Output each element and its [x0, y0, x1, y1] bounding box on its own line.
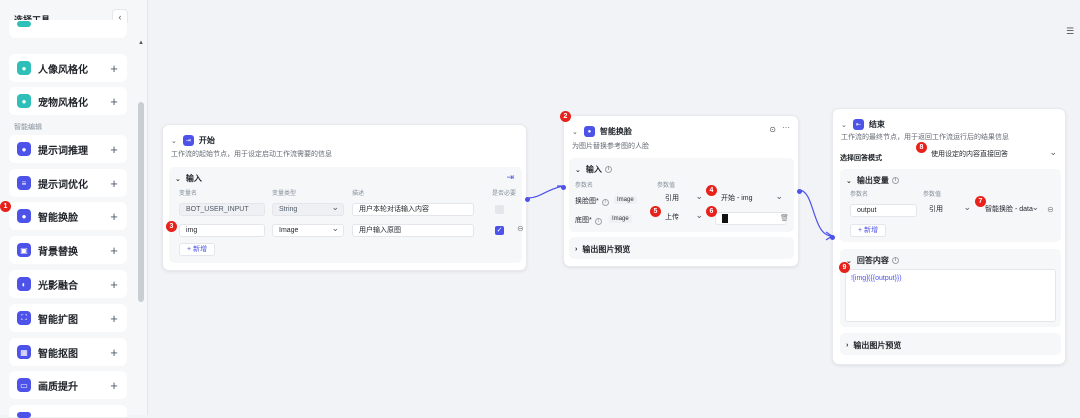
start-node[interactable]: ⌄ ⇥ 开始 工作流的起始节点，用于设定启动工作流需要的信息 ⌄ 输入 ⇥ 变量名…	[162, 124, 530, 271]
chevron-right-icon: ›	[846, 342, 849, 349]
edge-face-to-end	[798, 189, 833, 237]
preview-title[interactable]: › 输出图片预览	[575, 244, 630, 255]
info-icon: i	[604, 166, 612, 173]
node-title: 智能换脸	[599, 127, 632, 136]
edge-start-to-face	[527, 185, 564, 199]
start-icon: ⇥	[182, 135, 194, 146]
end-node[interactable]: ⌄ ⇤ 结束 工作流的最终节点，用于返回工作流运行后的结果信息 选择回答模式 使…	[830, 108, 1066, 365]
param-name-input[interactable]: output	[850, 204, 917, 217]
column-header: 是否必要	[492, 191, 517, 197]
input-panel: ⌄ 输入 ⇥ 变量名 变量类型 描述 是否必要 BOT_USER_INPUT St…	[169, 167, 524, 263]
column-header: 变量名	[179, 191, 198, 197]
face-swap-node[interactable]: ⌄ ● 智能换脸 ⊙ ··· 为图片替换参考图的人脸 ⌄ 输入 i 参数名 参数值 …	[561, 115, 802, 267]
column-header: 参数值	[657, 183, 676, 189]
output-panel: ⌄ 输出变量i 参数名 参数值 output 引用 智能换脸 - data ⊖ +…	[840, 169, 1061, 242]
chevron-right-icon: ›	[575, 246, 578, 253]
variable-name-input[interactable]: img	[179, 224, 265, 237]
input-port[interactable]	[830, 235, 835, 240]
output-section-title[interactable]: ⌄ 输出变量 i	[846, 175, 899, 186]
add-variable-button[interactable]: + 新增	[179, 243, 216, 256]
input-title: 输入	[585, 165, 602, 174]
param-mode-select[interactable]: 上传	[659, 212, 707, 225]
answer-content-editor[interactable]: ![img]({{output}})	[845, 269, 1056, 322]
info-icon: i	[601, 199, 609, 206]
delete-icon[interactable]: 🗑	[780, 214, 789, 222]
param-name: 底图* i	[575, 215, 602, 225]
answer-mode-select[interactable]: 使用设定的内容直接回答	[925, 149, 1061, 162]
required-checkbox	[495, 205, 504, 214]
param-mode-select[interactable]: 引用	[659, 193, 707, 206]
param-value-select[interactable]: 智能换脸 - data	[979, 204, 1043, 217]
remove-icon[interactable]: ⊖	[517, 224, 524, 233]
upload-field[interactable]	[715, 212, 787, 225]
preview-title[interactable]: › 输出图片预览	[846, 340, 901, 351]
input-section-title[interactable]: ⌄ 输入 i	[575, 164, 612, 175]
step-badge: 6	[706, 206, 717, 217]
variable-type-select[interactable]: Image	[272, 224, 344, 237]
input-panel: ⌄输入i 参数名 参数值 换脸图*i Image 引用 开始 - img 底图*…	[569, 158, 794, 232]
chevron-down-icon[interactable]: ⌄	[572, 128, 578, 136]
answer-panel: ⌄ 回答内容 i ![img]({{output}})	[840, 249, 1061, 327]
add-variable-button[interactable]: + 新增	[850, 224, 887, 237]
variable-type-select: String	[272, 203, 344, 216]
info-icon: i	[594, 218, 602, 225]
variable-name-input: BOT_USER_INPUT	[179, 203, 265, 216]
remove-icon[interactable]: ⊖	[1047, 205, 1054, 214]
type-tag: Image	[609, 215, 632, 223]
chevron-down-icon: ⌄	[846, 177, 852, 185]
step-badge: 9	[839, 262, 850, 273]
info-icon: i	[891, 177, 899, 184]
type-tag: Image	[614, 196, 637, 204]
input-section-title[interactable]: ⌄ 输入	[175, 173, 202, 184]
required-checkbox[interactable]: ✓	[495, 226, 504, 235]
node-description: 工作流的起始节点，用于设定启动工作流需要的信息	[171, 151, 332, 158]
node-title: 开始	[198, 136, 215, 145]
column-header: 描述	[352, 191, 365, 197]
chevron-down-icon: ⌄	[575, 166, 581, 174]
run-icon[interactable]: ⊙	[769, 125, 776, 134]
end-icon: ⇤	[852, 119, 864, 130]
uploaded-image-thumb	[722, 213, 728, 223]
column-header: 变量类型	[272, 191, 297, 197]
step-badge: 4	[706, 185, 717, 196]
step-badge: 2	[560, 111, 571, 122]
input-title: 输入	[185, 174, 202, 183]
chevron-down-icon: ⌄	[175, 175, 181, 183]
node-description: 工作流的最终节点，用于返回工作流运行后的结果信息	[841, 134, 1009, 141]
output-title: 输出变量	[856, 176, 889, 185]
column-header: 参数值	[923, 192, 942, 198]
chevron-down-icon[interactable]: ⌄	[841, 121, 847, 129]
step-badge: 7	[975, 196, 986, 207]
step-badge: 3	[166, 221, 177, 232]
step-badge: 5	[650, 206, 661, 217]
answer-title: 回答内容	[856, 256, 889, 265]
column-header: 参数名	[575, 183, 594, 189]
answer-mode-label: 选择回答模式	[840, 155, 882, 162]
param-name: 换脸图* i	[575, 196, 609, 206]
preview-panel[interactable]: › 输出图片预览	[569, 237, 794, 259]
output-port[interactable]	[525, 197, 530, 202]
input-port[interactable]	[561, 185, 566, 190]
node-title: 结束	[868, 120, 885, 129]
step-badge: 8	[916, 142, 927, 153]
chevron-down-icon[interactable]: ⌄	[171, 137, 177, 145]
param-value-select[interactable]: 开始 - img	[715, 193, 787, 206]
step-badge: 1	[0, 201, 11, 212]
output-port[interactable]	[797, 189, 802, 194]
description-input[interactable]: 用户本轮对话输入内容	[352, 203, 474, 216]
info-icon: i	[891, 257, 899, 264]
more-icon[interactable]: ···	[782, 123, 790, 132]
answer-section-title[interactable]: ⌄ 回答内容 i	[846, 255, 899, 266]
param-mode-select[interactable]: 引用	[923, 204, 975, 217]
node-description: 为图片替换参考图的人脸	[572, 143, 649, 150]
description-input[interactable]: 用户输入原图	[352, 224, 474, 237]
preview-panel[interactable]: › 输出图片预览	[840, 333, 1061, 355]
face-icon: ●	[583, 126, 595, 137]
column-header: 参数名	[850, 192, 869, 198]
import-icon[interactable]: ⇥	[506, 172, 514, 183]
